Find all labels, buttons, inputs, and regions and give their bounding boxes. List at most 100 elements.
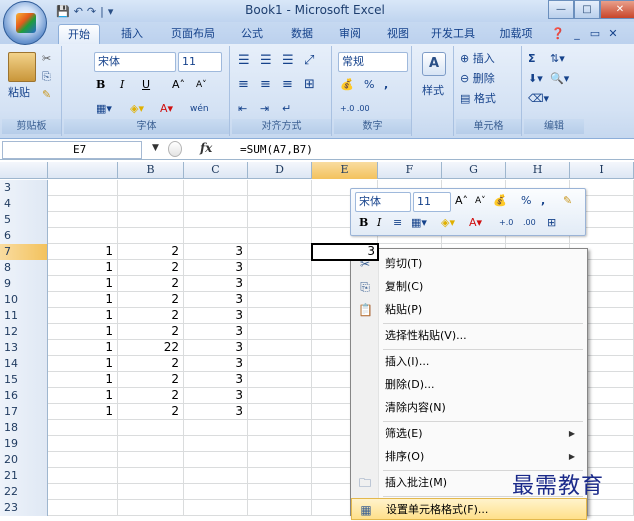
cell[interactable] — [248, 356, 312, 372]
formula-input[interactable]: =SUM(A7,B7) — [240, 141, 313, 159]
cell[interactable]: 2 — [118, 260, 184, 276]
cell[interactable]: 2 — [118, 356, 184, 372]
fill-color-icon[interactable]: ◈▾ — [130, 100, 144, 118]
mini-fill-color-icon[interactable]: ◈▾ — [441, 214, 455, 232]
merge-icon[interactable]: ⊞ — [304, 76, 315, 94]
cell[interactable] — [184, 228, 248, 244]
cell[interactable] — [118, 180, 184, 196]
increase-indent-icon[interactable]: ⇥ — [260, 100, 269, 118]
formula-button[interactable] — [168, 141, 182, 157]
percent-button[interactable]: % — [364, 76, 374, 94]
underline-button[interactable]: U — [142, 76, 150, 94]
cell[interactable] — [118, 436, 184, 452]
fill-icon[interactable]: ⬇▾ — [528, 70, 543, 88]
row-header[interactable]: 14 — [0, 356, 48, 372]
cell[interactable] — [248, 308, 312, 324]
format-painter-icon[interactable]: ✎ — [42, 86, 51, 104]
row-header[interactable]: 22 — [0, 484, 48, 500]
column-h-header[interactable]: H — [506, 162, 570, 179]
menu-item-cut[interactable]: ✂ 剪切(T) — [351, 253, 587, 275]
mini-font-color-icon[interactable]: A▾ — [469, 214, 482, 232]
border-icon[interactable]: ▦▾ — [96, 100, 112, 118]
row-header[interactable]: 20 — [0, 452, 48, 468]
mini-format-painter-icon[interactable]: ✎ — [563, 192, 572, 210]
cell[interactable] — [248, 436, 312, 452]
decrease-indent-icon[interactable]: ⇤ — [238, 100, 247, 118]
cell[interactable] — [184, 484, 248, 500]
tab-review[interactable]: 审阅 — [332, 24, 368, 44]
cell[interactable] — [118, 228, 184, 244]
mini-comma-button[interactable]: , — [541, 192, 545, 210]
cell[interactable] — [48, 468, 118, 484]
styles-icon[interactable]: A — [422, 52, 446, 76]
cell[interactable] — [248, 468, 312, 484]
row-header[interactable]: 18 — [0, 420, 48, 436]
cell[interactable]: 3 — [184, 372, 248, 388]
mini-increase-decimal-icon[interactable]: +.0 — [499, 214, 513, 232]
font-color-icon[interactable]: A▾ — [160, 100, 173, 118]
cell[interactable] — [184, 468, 248, 484]
row-header[interactable]: 15 — [0, 372, 48, 388]
menu-item-delete[interactable]: 删除(D)... — [351, 374, 587, 396]
menu-item-filter[interactable]: 筛选(E) ▶ — [351, 423, 587, 445]
redo-icon[interactable]: ↷ — [87, 5, 96, 18]
mini-grow-font-button[interactable]: A˄ — [455, 192, 468, 210]
tab-view[interactable]: 视图 — [380, 24, 416, 44]
cell[interactable]: 2 — [118, 308, 184, 324]
close-button[interactable]: ✕ — [600, 0, 634, 19]
cell[interactable]: 3 — [184, 340, 248, 356]
row-header[interactable]: 5 — [0, 212, 48, 228]
bold-button[interactable]: B — [96, 76, 105, 94]
undo-icon[interactable]: ↶ — [74, 5, 83, 18]
cell[interactable] — [118, 468, 184, 484]
cell[interactable]: 3 — [184, 260, 248, 276]
cell[interactable]: 2 — [118, 372, 184, 388]
tab-page-layout[interactable]: 页面布局 — [164, 24, 222, 44]
cell[interactable] — [184, 212, 248, 228]
sort-filter-icon[interactable]: ⇅▾ — [550, 50, 565, 68]
cell[interactable] — [184, 452, 248, 468]
mini-border-icon[interactable]: ▦▾ — [411, 214, 427, 232]
mini-shrink-font-button[interactable]: A˅ — [475, 192, 486, 210]
row-header[interactable]: 13 — [0, 340, 48, 356]
mini-merge-icon[interactable]: ⊞ — [547, 214, 556, 232]
cell[interactable]: 3 — [184, 276, 248, 292]
paste-label[interactable]: 粘贴 — [8, 84, 30, 102]
align-right-icon[interactable]: ≡ — [282, 76, 293, 94]
cell[interactable] — [248, 452, 312, 468]
cell[interactable]: 2 — [118, 404, 184, 420]
mini-font-size-select[interactable]: 11 — [413, 192, 451, 212]
middle-align-icon[interactable]: ☰ — [260, 52, 272, 70]
ribbon-minimize-icon[interactable]: _ — [570, 24, 584, 44]
column-a-header[interactable] — [48, 162, 118, 179]
cell[interactable] — [184, 436, 248, 452]
cell[interactable]: 3 — [184, 324, 248, 340]
cell[interactable]: 3 — [184, 308, 248, 324]
cell[interactable] — [48, 484, 118, 500]
phonetic-button[interactable]: wén — [190, 100, 209, 118]
row-header[interactable]: 19 — [0, 436, 48, 452]
cell[interactable] — [248, 292, 312, 308]
cell[interactable]: 2 — [118, 388, 184, 404]
cell[interactable] — [248, 180, 312, 196]
menu-item-paste[interactable]: 📋 粘贴(P) — [351, 299, 587, 321]
name-box[interactable]: E7 — [2, 141, 142, 159]
column-b-header[interactable]: B — [118, 162, 184, 179]
cell[interactable] — [118, 212, 184, 228]
cell[interactable]: 1 — [48, 340, 118, 356]
cell[interactable] — [118, 196, 184, 212]
cell[interactable]: 3 — [184, 404, 248, 420]
grow-font-button[interactable]: A˄ — [172, 76, 185, 94]
cell[interactable] — [184, 420, 248, 436]
cell[interactable] — [248, 404, 312, 420]
cell[interactable] — [118, 452, 184, 468]
number-format-select[interactable]: 常规 — [338, 52, 408, 72]
column-d-header[interactable]: D — [248, 162, 312, 179]
row-header[interactable]: 8 — [0, 260, 48, 276]
mini-center-icon[interactable]: ≡ — [393, 214, 402, 232]
cell[interactable]: 1 — [48, 356, 118, 372]
align-left-icon[interactable]: ≡ — [238, 76, 249, 94]
copy-icon[interactable]: ⎘ — [42, 68, 51, 86]
cell[interactable]: 2 — [118, 276, 184, 292]
cell[interactable]: 1 — [48, 244, 118, 260]
